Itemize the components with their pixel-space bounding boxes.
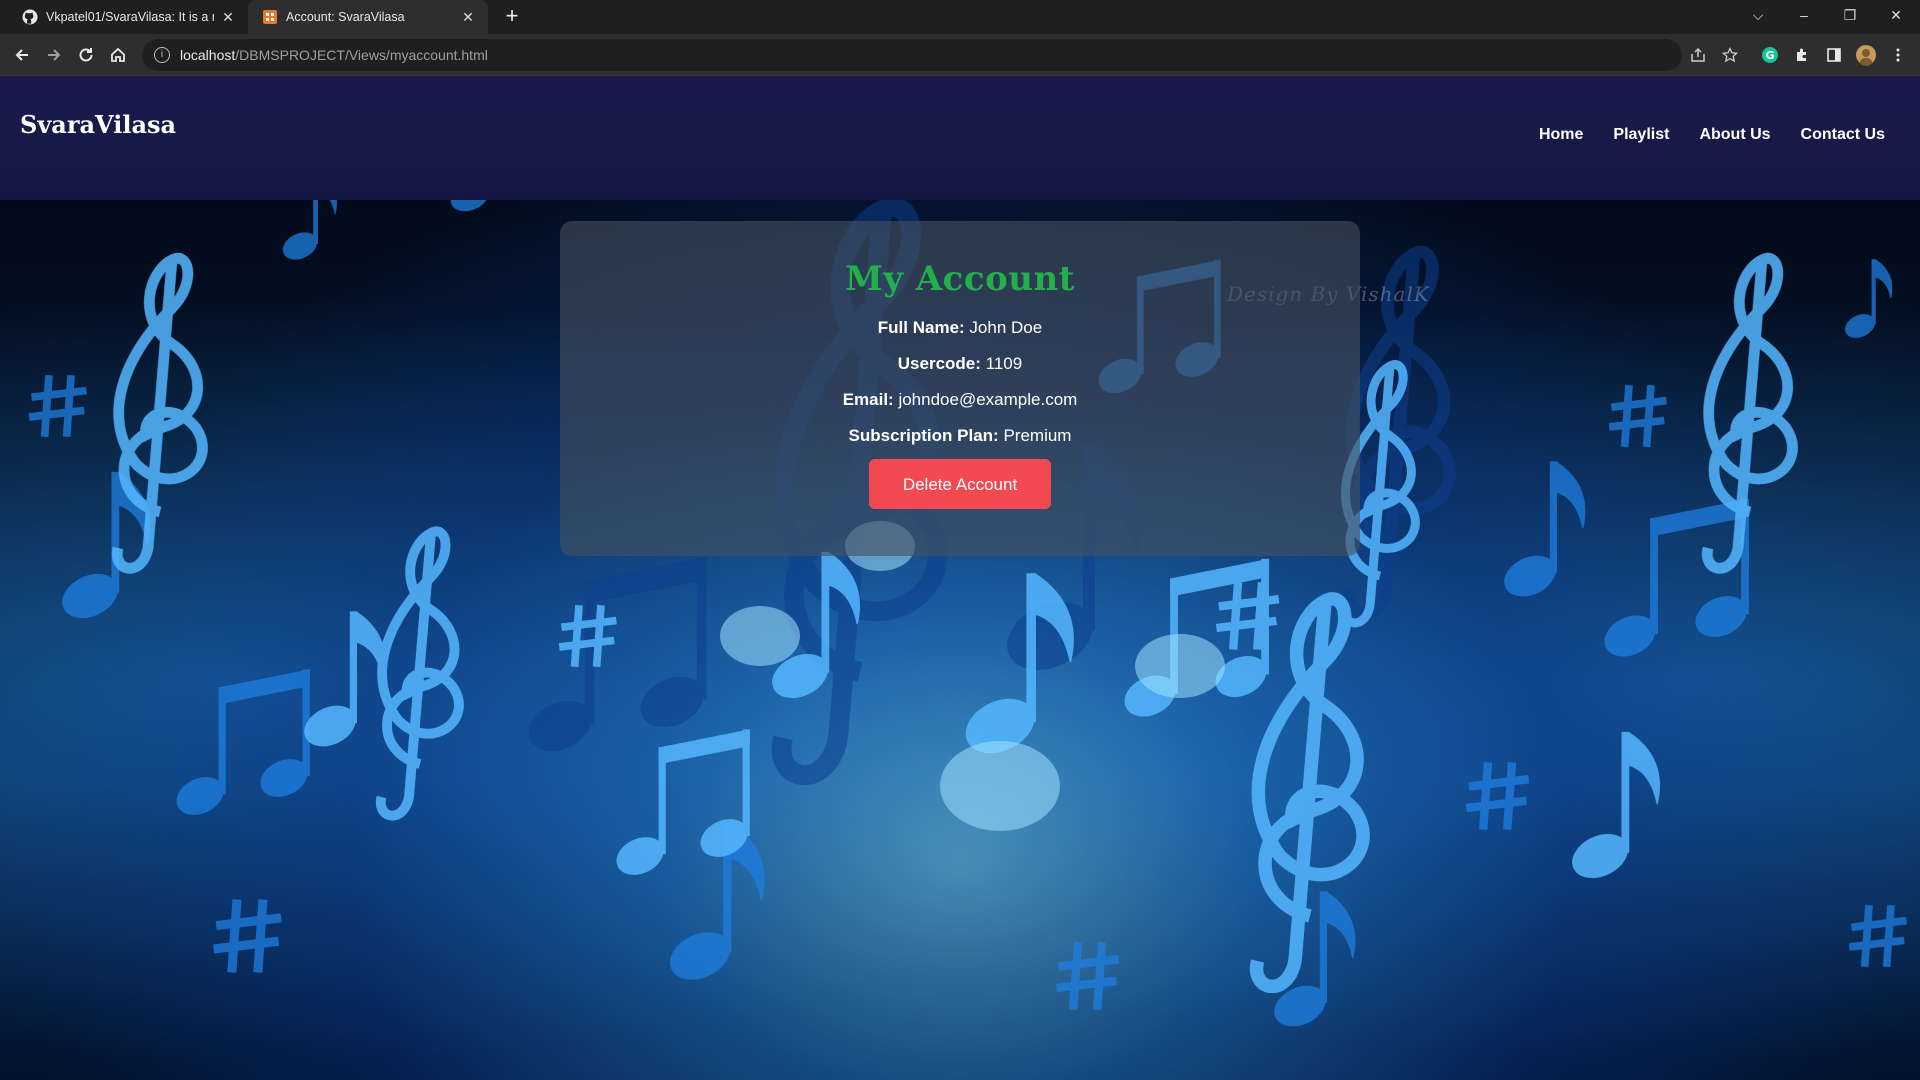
page-title: My Account <box>845 259 1075 299</box>
browser-toolbar: i localhost/DBMSPROJECT/Views/myaccount.… <box>0 34 1920 76</box>
window-close-icon[interactable]: ✕ <box>1878 0 1914 30</box>
page-viewport: SvaraVilasa Home Playlist About Us Conta… <box>0 76 1920 1080</box>
reload-icon[interactable] <box>72 41 100 69</box>
new-tab-plus-icon[interactable]: + <box>500 5 524 29</box>
subscription-plan-value: Premium <box>1003 426 1072 445</box>
profile-avatar[interactable] <box>1852 41 1880 69</box>
browser-tab-account[interactable]: Account: SvaraVilasa ✕ <box>248 0 488 34</box>
bookmark-star-icon[interactable] <box>1716 41 1744 69</box>
svg-text:G: G <box>1765 49 1774 62</box>
close-icon[interactable]: ✕ <box>220 9 236 25</box>
restore-icon[interactable]: ❐ <box>1832 0 1868 30</box>
tab-search-chevron-icon[interactable]: ⌵ <box>1740 0 1776 30</box>
side-panel-icon[interactable] <box>1820 41 1848 69</box>
full-name-value: John Doe <box>969 318 1043 337</box>
full-name-row: Full Name: John Doe <box>560 317 1360 339</box>
github-icon <box>22 9 38 25</box>
full-name-label: Full Name: <box>877 318 965 337</box>
forward-arrow-icon[interactable] <box>40 41 68 69</box>
nav-link-playlist[interactable]: Playlist <box>1613 126 1669 144</box>
close-icon[interactable]: ✕ <box>460 9 476 25</box>
usercode-label: Usercode: <box>897 354 981 373</box>
site-brand-logo[interactable]: SvaraVilasa <box>20 110 176 139</box>
tab-title: Vkpatel01/SvaraVilasa: It is a mu <box>46 10 214 24</box>
browser-menu-icon[interactable] <box>1884 41 1912 69</box>
usercode-row: Usercode: 1109 <box>560 353 1360 375</box>
site-info-icon[interactable]: i <box>154 47 170 63</box>
site-favicon-icon <box>262 9 278 25</box>
email-value: johndoe@example.com <box>898 390 1078 409</box>
email-row: Email: johndoe@example.com <box>560 389 1360 411</box>
nav-links: Home Playlist About Us Contact Us <box>1539 126 1885 144</box>
subscription-plan-label: Subscription Plan: <box>848 426 999 445</box>
browser-tabstrip: Vkpatel01/SvaraVilasa: It is a mu ✕ Acco… <box>0 0 1920 34</box>
nav-link-about-us[interactable]: About Us <box>1699 126 1770 144</box>
address-path: /DBMSPROJECT/Views/myaccount.html <box>235 47 488 63</box>
usercode-value: 1109 <box>985 354 1023 373</box>
address-bar[interactable]: i localhost/DBMSPROJECT/Views/myaccount.… <box>142 39 1682 71</box>
back-arrow-icon[interactable] <box>8 41 36 69</box>
nav-link-contact-us[interactable]: Contact Us <box>1801 126 1885 144</box>
address-host: localhost <box>180 47 236 63</box>
account-card: My Account Full Name: John Doe Usercode:… <box>560 221 1360 556</box>
home-icon[interactable] <box>104 41 132 69</box>
email-label: Email: <box>842 390 894 409</box>
subscription-plan-row: Subscription Plan: Premium <box>560 425 1360 447</box>
browser-tab-github[interactable]: Vkpatel01/SvaraVilasa: It is a mu ✕ <box>8 0 248 34</box>
extensions-puzzle-icon[interactable] <box>1788 41 1816 69</box>
delete-account-button[interactable]: Delete Account <box>869 459 1051 509</box>
grammarly-extension-icon[interactable]: G <box>1756 41 1784 69</box>
site-navbar: SvaraVilasa Home Playlist About Us Conta… <box>0 76 1920 200</box>
tab-title: Account: SvaraVilasa <box>286 10 405 24</box>
nav-link-home[interactable]: Home <box>1539 126 1583 144</box>
minimize-icon[interactable]: – <box>1786 0 1822 30</box>
share-icon[interactable] <box>1684 41 1712 69</box>
